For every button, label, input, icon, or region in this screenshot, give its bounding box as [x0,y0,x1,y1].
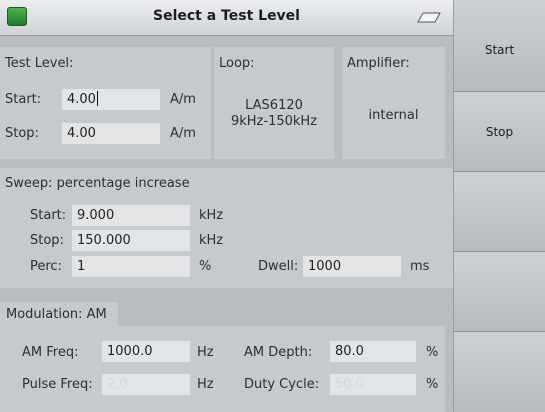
softkey-4-button[interactable] [453,252,545,332]
sidebar: Start Stop [453,0,545,412]
test-level-panel: Test Level: Start: 4.00 A/m Stop: 4.00 A… [0,47,211,159]
eraser-icon[interactable] [417,12,441,23]
amplifier-value: internal [368,108,419,123]
dwell-input[interactable]: 1000 [303,256,401,277]
amplifier-panel[interactable]: Amplifier: internal [342,47,445,159]
am-depth-unit: % [426,345,439,360]
sweep-start-label: Start: [30,208,67,223]
loop-name: LAS6120 [245,98,303,113]
start-level-label: Start: [5,92,42,107]
start-level-unit: A/m [170,92,196,107]
loop-label: Loop: [219,56,255,71]
sweep-stop-unit: kHz [199,233,224,248]
stop-button[interactable]: Stop [453,92,545,172]
test-level-window: Select a Test Level Test Level: Start: 4… [0,0,545,412]
am-freq-input[interactable]: 1000.0 [102,341,190,362]
am-freq-label: AM Freq: [22,345,79,360]
am-depth-label: AM Depth: [244,345,313,360]
loop-panel[interactable]: Loop: LAS6120 9kHz-150kHz [214,47,334,159]
sweep-start-unit: kHz [199,208,224,223]
softkey-5-button[interactable] [453,332,545,412]
stop-level-input[interactable]: 4.00 [62,123,160,144]
test-level-label: Test Level: [5,56,74,71]
perc-label: Perc: [30,259,62,274]
stop-button-label: Stop [485,125,514,139]
am-freq-unit: Hz [197,345,214,360]
pulse-freq-label: Pulse Freq: [22,377,93,392]
modulation-tab[interactable]: Modulation: AM [0,302,118,326]
start-button[interactable]: Start [453,0,545,92]
softkey-3-button[interactable] [453,172,545,252]
loop-range: 9kHz-150kHz [230,114,318,129]
window-title: Select a Test Level [153,8,300,24]
sweep-stop-input[interactable]: 150.000 [72,230,190,251]
stop-level-label: Stop: [5,126,39,141]
modulation-panel: AM Freq: 1000.0 Hz AM Depth: 80.0 % Puls… [0,326,445,412]
text-cursor [96,91,98,106]
dwell-label: Dwell: [258,259,299,274]
stop-level-unit: A/m [170,126,196,141]
duty-cycle-label: Duty Cycle: [244,377,320,392]
duty-cycle-input[interactable]: 50.0 [330,374,416,395]
perc-input[interactable]: 1 [72,256,190,277]
am-depth-input[interactable]: 80.0 [330,341,416,362]
sweep-stop-label: Stop: [30,233,64,248]
title-bar: Select a Test Level [0,0,453,36]
duty-cycle-unit: % [426,377,439,392]
sweep-header: Sweep: percentage increase [5,176,190,191]
start-button-label: Start [484,43,515,57]
pulse-freq-unit: Hz [197,377,214,392]
amplifier-label: Amplifier: [347,56,410,71]
dwell-unit: ms [410,259,430,274]
sweep-panel: Sweep: percentage increase Start: 9.000 … [0,168,453,288]
sweep-start-input[interactable]: 9.000 [72,205,190,226]
start-level-input[interactable]: 4.00 [62,89,160,110]
pulse-freq-input[interactable]: 2.0 [102,374,190,395]
perc-unit: % [199,259,212,274]
modulation-header: Modulation: AM [6,307,107,322]
